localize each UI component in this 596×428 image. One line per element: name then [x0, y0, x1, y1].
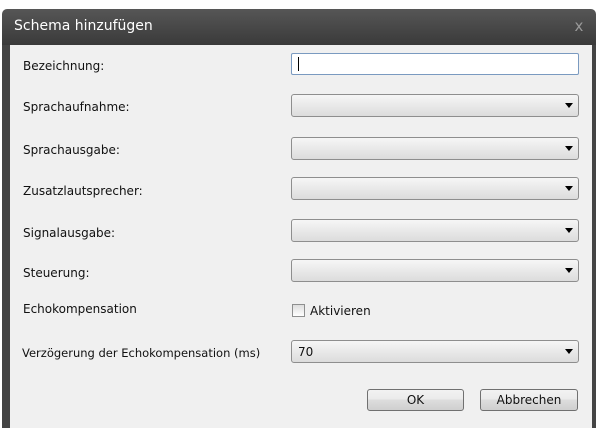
- recording-dropdown[interactable]: [291, 94, 579, 117]
- echo-label: Echokompensation: [23, 302, 137, 316]
- echo-checkbox-label[interactable]: Aktivieren: [310, 304, 371, 318]
- window-frame-left: [2, 45, 10, 428]
- extra-speaker-label: Zusatzlautsprecher:: [23, 184, 143, 198]
- signal-output-label: Signalausgabe:: [23, 226, 116, 240]
- delay-dropdown-value: 70: [298, 345, 314, 359]
- ok-button[interactable]: OK: [367, 389, 464, 411]
- chevron-down-icon: [565, 268, 573, 273]
- dialog-title: Schema hinzufügen: [14, 18, 153, 34]
- name-input[interactable]: [291, 53, 579, 75]
- signal-output-dropdown[interactable]: [291, 219, 579, 242]
- delay-label: Verzögerung der Echokompensation (ms): [22, 346, 261, 360]
- close-icon[interactable]: x: [570, 17, 588, 35]
- chevron-down-icon: [565, 146, 573, 151]
- output-dropdown[interactable]: [291, 137, 579, 160]
- text-caret: [298, 57, 299, 71]
- output-label: Sprachausgabe:: [23, 143, 120, 157]
- delay-dropdown[interactable]: 70: [291, 340, 579, 363]
- recording-label: Sprachaufnahme:: [23, 100, 130, 114]
- title-bar[interactable]: Schema hinzufügen x: [2, 9, 596, 45]
- control-label: Steuerung:: [23, 266, 90, 280]
- echo-checkbox[interactable]: [292, 304, 305, 317]
- name-label: Bezeichnung:: [23, 59, 105, 73]
- window-frame-right: [592, 45, 596, 428]
- add-schema-dialog: Schema hinzufügen x Bezeichnung: Spracha…: [0, 0, 596, 428]
- chevron-down-icon: [565, 349, 573, 354]
- chevron-down-icon: [565, 228, 573, 233]
- chevron-down-icon: [565, 103, 573, 108]
- chevron-down-icon: [565, 186, 573, 191]
- control-dropdown[interactable]: [291, 259, 579, 282]
- cancel-button[interactable]: Abbrechen: [480, 389, 578, 411]
- extra-speaker-dropdown[interactable]: [291, 177, 579, 200]
